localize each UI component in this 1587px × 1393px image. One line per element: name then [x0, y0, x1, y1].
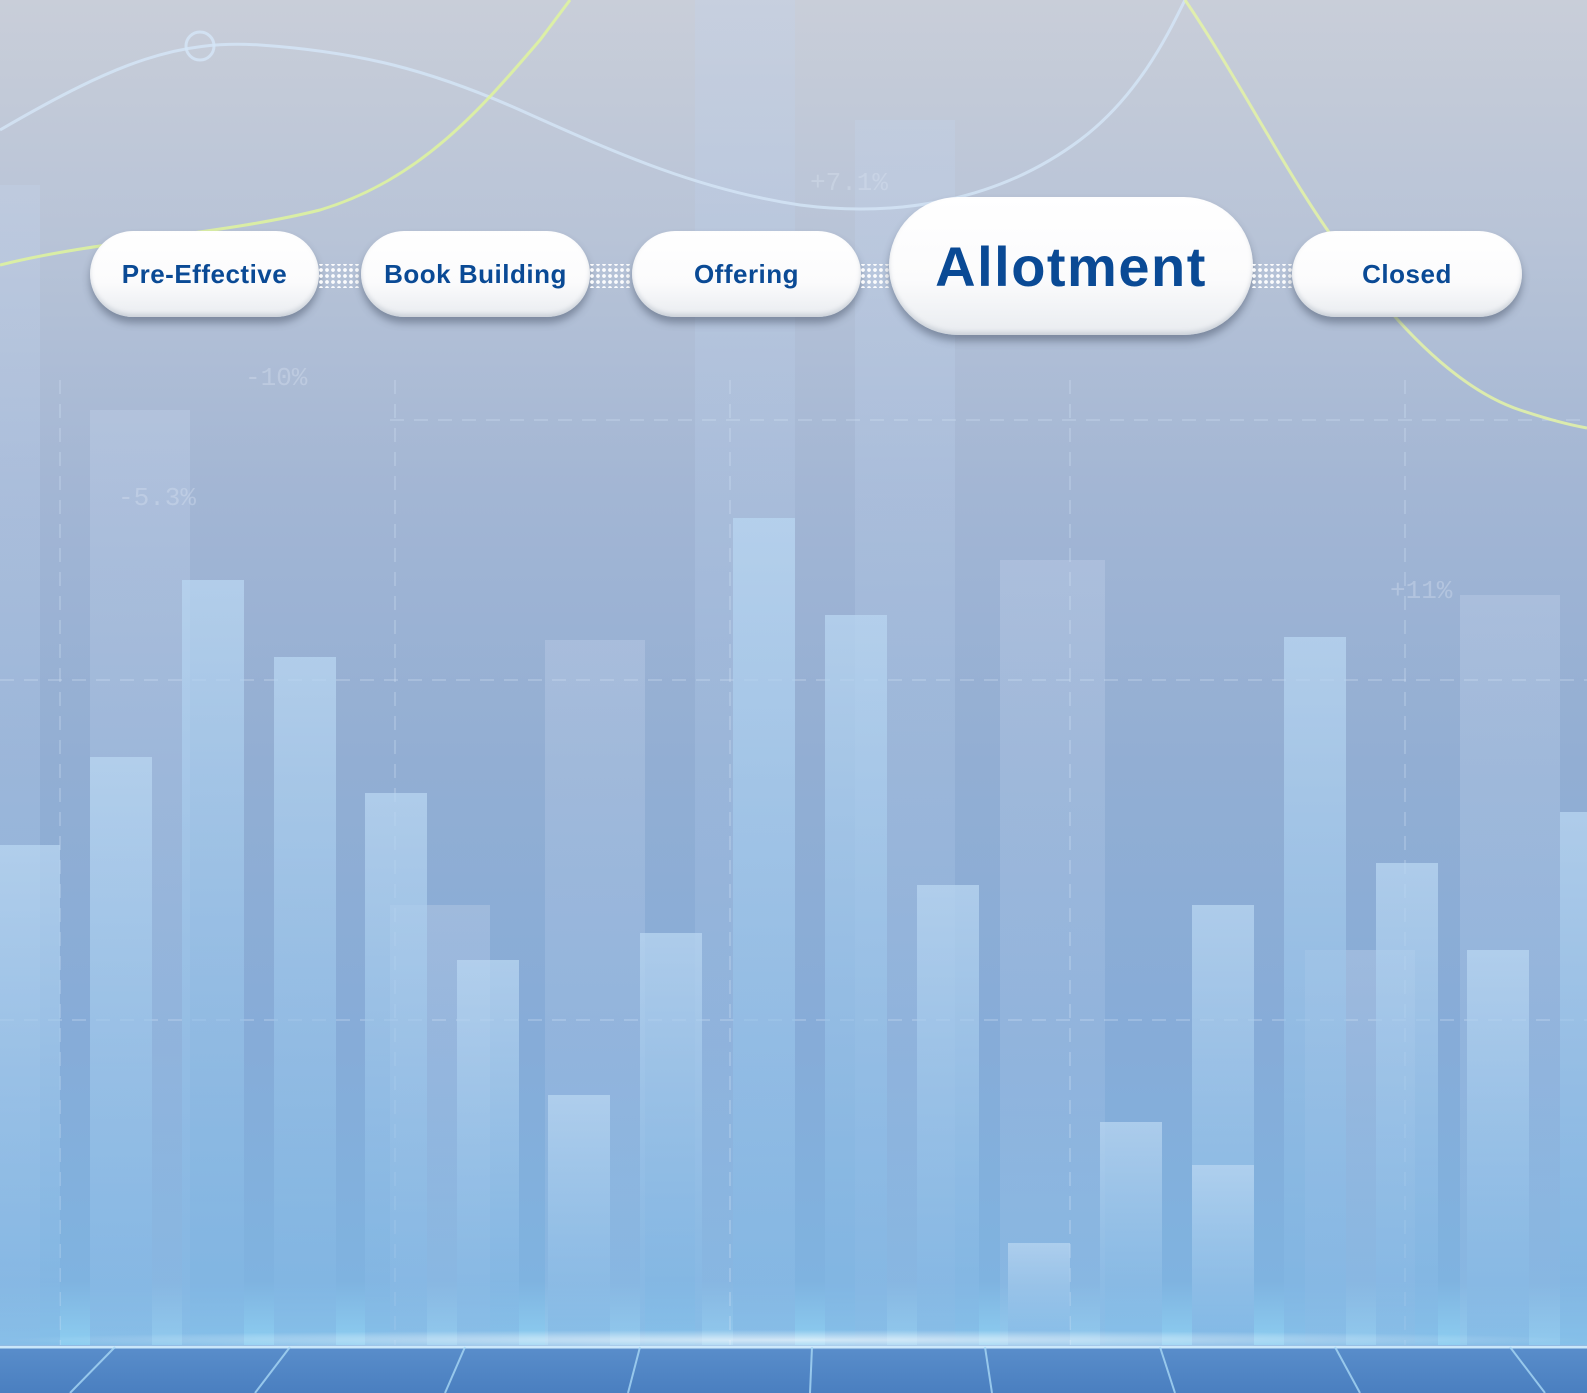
stage-label-active: Allotment	[935, 234, 1207, 298]
percent-label: -10%	[245, 363, 308, 393]
stage-book-building[interactable]: Book Building	[361, 231, 590, 317]
percent-label: -5.3%	[118, 483, 196, 513]
stage-allotment[interactable]: Allotment	[889, 197, 1253, 335]
stage-label: Closed	[1362, 258, 1452, 289]
stage-connector	[1252, 264, 1292, 288]
stage-connector	[589, 264, 631, 288]
floor-grid	[0, 1330, 1587, 1393]
stage-pre-effective[interactable]: Pre-Effective	[90, 231, 319, 317]
stage-label: Offering	[693, 258, 800, 289]
stage-connector	[860, 264, 890, 288]
percent-label: +11%	[1390, 576, 1453, 606]
percent-label: +7.1%	[810, 168, 888, 198]
background-chart-illustration: -10% -5.3% +11% +7.1%	[0, 0, 1587, 1393]
stage-connector	[318, 264, 360, 288]
stage-label: Book Building	[384, 258, 567, 289]
stage-offering[interactable]: Offering	[632, 231, 861, 317]
stage-closed[interactable]: Closed	[1292, 231, 1522, 317]
stage-label: Pre-Effective	[121, 258, 288, 289]
